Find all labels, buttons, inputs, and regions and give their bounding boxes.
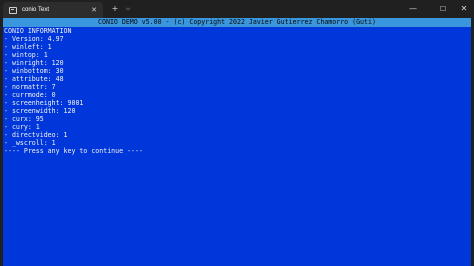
- console-line: - normattr: 7: [4, 83, 56, 91]
- console-area[interactable]: CONIO DEMO v5.00 - (c) Copyright 2022 Ja…: [3, 18, 471, 266]
- console-line: - winright: 120: [4, 59, 64, 67]
- console-line: - attribute: 48: [4, 75, 64, 83]
- minimize-button[interactable]: —: [406, 3, 420, 15]
- terminal-tab[interactable]: conio Text ✕: [3, 2, 103, 18]
- console-line: - directvideo: 1: [4, 131, 68, 139]
- console-line: - wintop: 1: [4, 51, 48, 59]
- console-line: - screenwidth: 120: [4, 107, 76, 115]
- terminal-icon: [9, 6, 17, 14]
- maximize-button[interactable]: ☐: [436, 3, 450, 15]
- new-tab-button[interactable]: +: [110, 3, 120, 15]
- title-bar: conio Text ✕ + ⌵ — ☐ ✕: [0, 0, 474, 18]
- console-line: CONIO INFORMATION: [4, 27, 72, 35]
- console-line: - curx: 95: [4, 115, 44, 123]
- console-line: - cury: 1: [4, 123, 40, 131]
- chevron-down-icon[interactable]: ⌵: [123, 3, 133, 15]
- console-line: - _wscroll: 1: [4, 139, 56, 147]
- close-button[interactable]: ✕: [457, 3, 471, 15]
- console-line: - currmode: 0: [4, 91, 56, 99]
- console-line: - winleft: 1: [4, 43, 52, 51]
- console-line: ---- Press any key to continue ----: [4, 147, 143, 155]
- console-line: - winbottom: 30: [4, 67, 64, 75]
- console-lines: CONIO INFORMATION - Version: 4.97 - winl…: [3, 27, 471, 155]
- console-line: - screenheight: 9001: [4, 99, 84, 107]
- tab-title: conio Text: [22, 7, 50, 13]
- tab-close-button[interactable]: ✕: [91, 6, 97, 14]
- console-header: CONIO DEMO v5.00 - (c) Copyright 2022 Ja…: [3, 18, 471, 27]
- console-line: - Version: 4.97: [4, 35, 64, 43]
